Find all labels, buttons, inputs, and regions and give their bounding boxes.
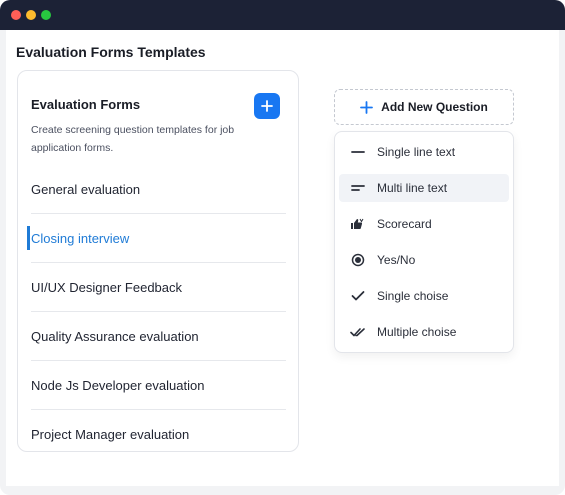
window-titlebar [0, 0, 565, 30]
list-item-label: General evaluation [31, 181, 141, 197]
plus-icon [261, 100, 273, 112]
menu-item-yes-no[interactable]: Yes/No [339, 246, 509, 274]
menu-item-single-line[interactable]: Single line text [339, 138, 509, 166]
list-item-label: Project Manager evaluation [31, 426, 190, 442]
plus-icon [360, 100, 374, 114]
double-check-icon [345, 326, 371, 338]
radio-icon [345, 253, 371, 267]
single-line-icon [345, 147, 371, 157]
menu-item-multi-line[interactable]: Multi line text [339, 174, 509, 202]
forms-list: General evaluation Closing interview UI/… [18, 165, 298, 458]
card-title: Evaluation Forms [31, 97, 141, 112]
question-type-menu: Single line text Multi line text Scoreca… [334, 131, 514, 353]
active-indicator [27, 226, 30, 250]
list-item-active[interactable]: Closing interview [27, 214, 286, 263]
add-new-question-button[interactable]: Add New Question [334, 89, 514, 125]
maximize-window-button[interactable] [41, 10, 51, 20]
list-item[interactable]: Quality Assurance evaluation [31, 312, 286, 361]
evaluation-forms-card: Evaluation Forms Create screening questi… [17, 70, 299, 452]
main-content: Evaluation Forms Templates Evaluation Fo… [6, 30, 559, 486]
menu-item-single-choice[interactable]: Single choise [339, 282, 509, 310]
list-item[interactable]: General evaluation [31, 165, 286, 214]
close-window-button[interactable] [11, 10, 21, 20]
menu-item-label: Yes/No [377, 253, 416, 267]
menu-item-scorecard[interactable]: Scorecard [339, 210, 509, 238]
multi-line-icon [345, 183, 371, 193]
menu-item-label: Single line text [377, 145, 456, 159]
list-item[interactable]: Node Js Developer evaluation [31, 361, 286, 410]
menu-item-multiple-choice[interactable]: Multiple choise [339, 318, 509, 346]
menu-item-label: Multi line text [377, 181, 448, 195]
list-item-label: Closing interview [31, 230, 130, 246]
card-description: Create screening question templates for … [31, 124, 235, 154]
page-title: Evaluation Forms Templates [16, 44, 206, 60]
list-item[interactable]: Project Manager evaluation [31, 410, 286, 458]
menu-item-label: Multiple choise [377, 325, 457, 339]
menu-item-label: Scorecard [377, 217, 432, 231]
add-form-button[interactable] [254, 93, 280, 119]
list-item-label: UI/UX Designer Feedback [31, 279, 183, 295]
thumbs-icon [345, 218, 371, 230]
minimize-window-button[interactable] [26, 10, 36, 20]
menu-item-label: Single choise [377, 289, 449, 303]
list-item-label: Quality Assurance evaluation [31, 328, 199, 344]
list-item-label: Node Js Developer evaluation [31, 377, 205, 393]
add-new-question-label: Add New Question [381, 100, 488, 114]
list-item[interactable]: UI/UX Designer Feedback [31, 263, 286, 312]
check-icon [345, 290, 371, 302]
app-window: Evaluation Forms Templates Evaluation Fo… [0, 0, 565, 495]
